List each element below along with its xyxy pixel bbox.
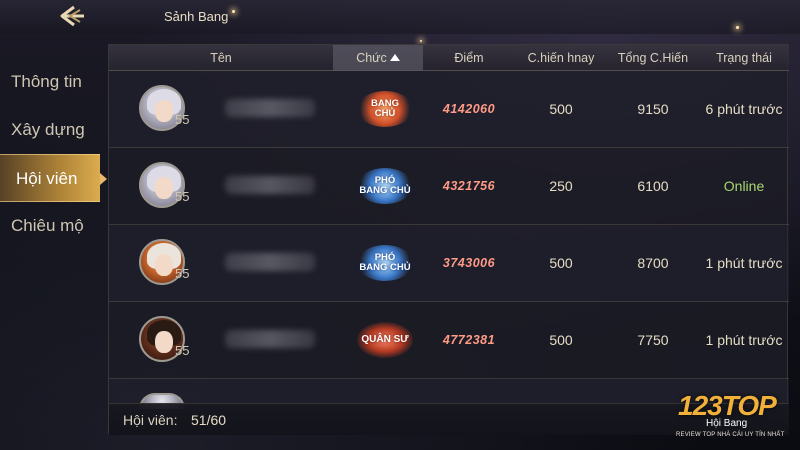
column-header-score[interactable]: Điểm — [423, 45, 515, 71]
member-score: 4321756 — [442, 179, 496, 193]
today-contribution: 500 — [549, 101, 573, 117]
sparkle-icon — [420, 40, 422, 42]
role-badge: PHÓ BANG CHỦ — [357, 245, 413, 281]
watermark-tagline: REVIEW TOP NHÀ CÁI UY TÍN NHẤT — [676, 432, 785, 438]
column-header-role[interactable]: Chức — [333, 45, 423, 71]
sidebar-item-label: Hội viên — [16, 169, 78, 188]
sidebar: Thông tin Xây dựng Hội viên Chiêu mộ — [0, 58, 107, 250]
column-header-today-contribution[interactable]: C.hiến hnay — [515, 45, 607, 71]
role-badge: PHÓ BANG CHỦ — [357, 168, 413, 204]
today-contribution: 500 — [549, 332, 573, 348]
member-score: 4772381 — [442, 333, 496, 347]
member-name-blurred — [225, 99, 315, 117]
avatar-face — [155, 331, 173, 353]
members-count-label: Hội viên: — [123, 412, 178, 428]
role-badge-line2: CHỦ — [374, 108, 396, 119]
sparkle-icon — [736, 26, 739, 29]
sort-up-icon — [389, 54, 400, 61]
today-contribution: 250 — [549, 178, 573, 194]
members-panel: Tên Chức Điểm C.hiến hnay Tổng C.Hiến Tr… — [108, 44, 789, 435]
role-badge-line1: QUÂN SƯ — [361, 334, 409, 345]
role-badge-line2: BANG CHỦ — [359, 185, 411, 196]
role-badge-line2: BANG CHỦ — [359, 262, 411, 273]
table-row[interactable]: 55 QUÂN SƯ 4772381 500 7750 1 phút trước — [109, 302, 789, 379]
sidebar-item-label: Thông tin — [11, 72, 82, 91]
sidebar-item-label: Chiêu mộ — [11, 216, 84, 235]
member-status: 1 phút trước — [705, 255, 783, 271]
table-row[interactable]: 55 BANG CHỦ 4142060 500 9150 6 phút trước — [109, 71, 789, 148]
total-contribution: 8700 — [637, 255, 669, 271]
member-name-blurred — [225, 253, 315, 271]
member-status: 1 phút trước — [705, 332, 783, 348]
avatar-face — [155, 254, 173, 276]
column-header-label: Chức — [356, 51, 387, 65]
top-bar: Sảnh Bang — [0, 0, 800, 42]
avatar-face — [155, 177, 173, 199]
back-arrow-icon[interactable] — [56, 4, 86, 28]
sidebar-item-info[interactable]: Thông tin — [0, 58, 100, 106]
member-level: 55 — [175, 266, 190, 281]
member-level: 55 — [175, 112, 190, 127]
game-screen: Sảnh Bang Thông tin Xây dựng Hội viên Ch… — [0, 0, 800, 450]
table-header: Tên Chức Điểm C.hiến hnay Tổng C.Hiến Tr… — [109, 45, 789, 71]
role-badge: QUÂN SƯ — [357, 322, 413, 358]
sidebar-item-construction[interactable]: Xây dựng — [0, 106, 100, 154]
page-title: Sảnh Bang — [164, 9, 229, 24]
watermark-subtitle: Hội Bang — [706, 418, 748, 429]
members-list[interactable]: 55 BANG CHỦ 4142060 500 9150 6 phút trước… — [109, 71, 789, 409]
avatar-face — [155, 100, 173, 122]
member-score: 3743006 — [442, 256, 496, 270]
member-name-blurred — [225, 330, 315, 348]
member-status: Online — [723, 178, 765, 194]
column-header-name[interactable]: Tên — [109, 45, 333, 71]
total-contribution: 6100 — [637, 178, 669, 194]
member-level: 55 — [175, 343, 190, 358]
sparkle-icon — [232, 10, 235, 13]
table-row[interactable]: 55 PHÓ BANG CHỦ 4321756 250 6100 Online — [109, 148, 789, 225]
total-contribution: 9150 — [637, 101, 669, 117]
total-contribution: 7750 — [637, 332, 669, 348]
member-status: 6 phút trước — [705, 101, 783, 117]
watermark-logo: 123TOP Hội Bang REVIEW TOP NHÀ CÁI UY TÍ… — [672, 388, 800, 450]
sidebar-item-recruit[interactable]: Chiêu mộ — [0, 202, 100, 250]
member-name-blurred — [225, 176, 315, 194]
table-row[interactable]: 55 PHÓ BANG CHỦ 3743006 500 8700 1 phút t… — [109, 225, 789, 302]
member-level: 55 — [175, 189, 190, 204]
sidebar-item-label: Xây dựng — [11, 120, 85, 139]
member-score: 4142060 — [442, 102, 496, 116]
column-header-status[interactable]: Trạng thái — [699, 45, 789, 71]
members-count-value: 51/60 — [191, 412, 227, 428]
sidebar-item-members[interactable]: Hội viên — [0, 154, 107, 202]
today-contribution: 500 — [549, 255, 573, 271]
role-badge: BANG CHỦ — [357, 91, 413, 127]
column-header-total-contribution[interactable]: Tổng C.Hiến — [607, 45, 699, 71]
